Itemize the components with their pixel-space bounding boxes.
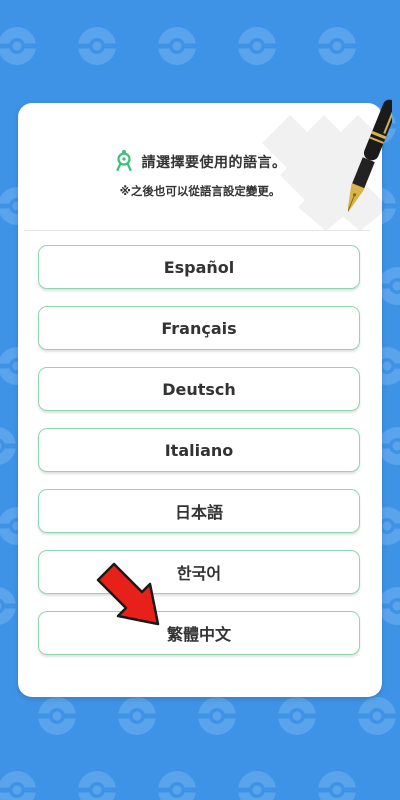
compass-icon xyxy=(114,149,134,175)
language-list: Español Français Deutsch Italiano 日本語 한국… xyxy=(38,245,360,672)
page-title: 請選擇要使用的語言。 xyxy=(141,155,287,171)
red-arrow-icon xyxy=(96,562,160,626)
header-divider xyxy=(24,230,370,231)
language-button-korean[interactable]: 한국어 xyxy=(38,550,360,594)
language-button-japanese[interactable]: 日本語 xyxy=(38,489,360,533)
language-button-traditional-chinese[interactable]: 繁體中文 xyxy=(38,611,360,655)
language-button-spanish[interactable]: Español xyxy=(38,245,360,289)
language-selection-card: 請選擇要使用的語言。 ※之後也可以從語言設定變更。 Español França… xyxy=(18,103,382,697)
language-button-italian[interactable]: Italiano xyxy=(38,428,360,472)
page-subtitle: ※之後也可以從語言設定變更。 xyxy=(119,184,281,198)
fountain-pen-icon xyxy=(348,99,392,214)
card-header: 請選擇要使用的語言。 ※之後也可以從語言設定變更。 xyxy=(18,103,382,231)
title-row: 請選擇要使用的語言。 xyxy=(18,149,382,175)
language-button-german[interactable]: Deutsch xyxy=(38,367,360,411)
language-button-french[interactable]: Français xyxy=(38,306,360,350)
